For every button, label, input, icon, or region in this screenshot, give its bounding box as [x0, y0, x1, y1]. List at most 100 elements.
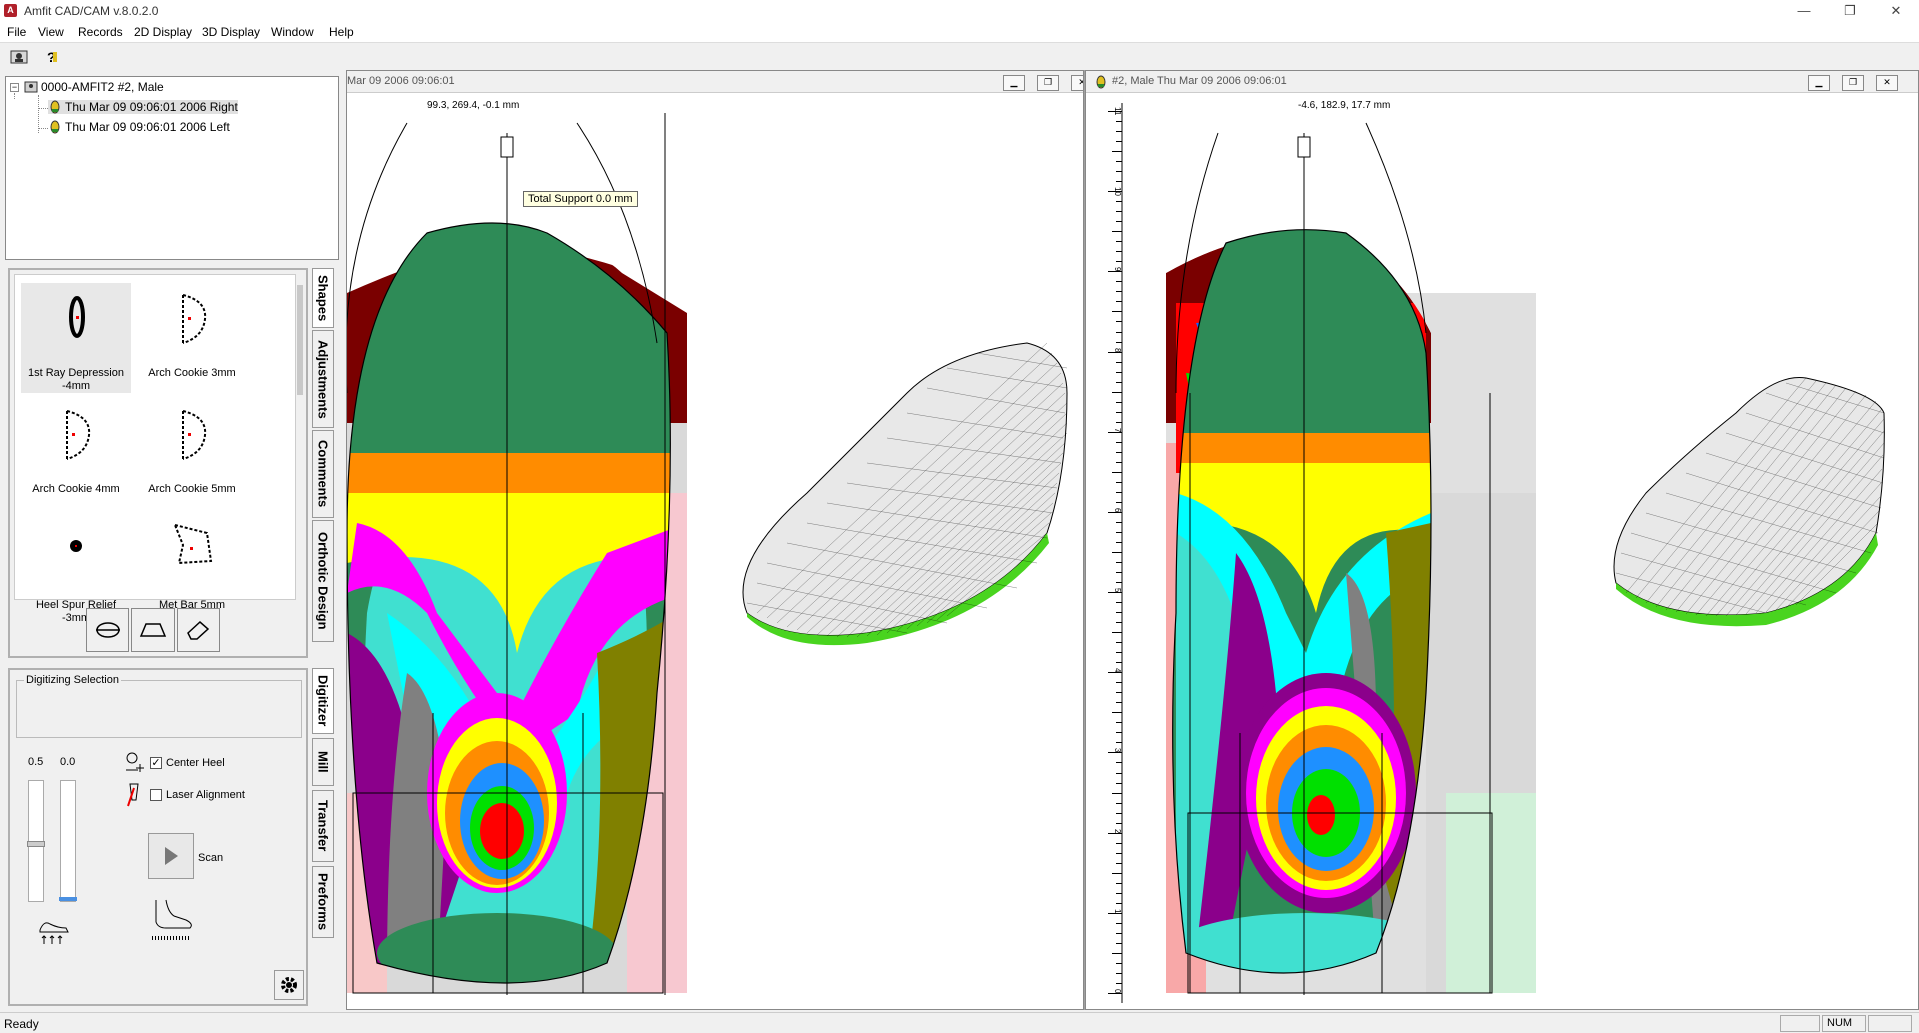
- ruler-tick: [1116, 982, 1122, 984]
- ruler-tick: [1112, 391, 1122, 393]
- tree-child-label: Thu Mar 09 09:06:01 2006 Left: [65, 120, 230, 134]
- right-view-titlebar: #2, Male Thu Mar 09 2006 09:06:01 ▁ ❐ ✕: [1086, 71, 1918, 93]
- slider1-value: 0.5: [28, 756, 44, 768]
- menu-window[interactable]: Window: [271, 25, 314, 39]
- eraser-icon: [187, 620, 210, 640]
- tab-shapes[interactable]: Shapes: [312, 268, 334, 328]
- settings-button[interactable]: [274, 970, 304, 1000]
- ruler-tick: [1116, 692, 1122, 694]
- slider2-value: 0.0: [60, 756, 76, 768]
- ruler-tick: [1116, 491, 1122, 493]
- tab-transfer[interactable]: Transfer: [312, 790, 334, 862]
- digitizing-selection-box[interactable]: [16, 680, 302, 738]
- ruler-tick: [1116, 241, 1122, 243]
- digitizer-panel: Digitizing Selection 0.5 0.0 ✓ Center He…: [8, 668, 308, 1006]
- slider2-thumb[interactable]: [59, 897, 77, 901]
- menu-file[interactable]: File: [7, 25, 26, 39]
- ruler-tick: [1116, 531, 1122, 533]
- ruler-tick: [1116, 642, 1122, 644]
- scan-button[interactable]: [148, 833, 194, 879]
- menu-help[interactable]: Help: [329, 25, 354, 39]
- tree-item-left-scan[interactable]: Thu Mar 09 09:06:01 2006 Left: [48, 120, 230, 134]
- shape-arch-cookie-3mm[interactable]: Arch Cookie 3mm: [137, 283, 247, 393]
- shape-arch-cookie-5mm[interactable]: Arch Cookie 5mm: [137, 399, 247, 509]
- ruler-label: 10: [1113, 187, 1122, 197]
- ruler-tick: [1116, 732, 1122, 734]
- ruler-tick: [1116, 852, 1122, 854]
- play-icon: [165, 847, 178, 865]
- slider2-track[interactable]: [59, 780, 77, 902]
- right-view-restore[interactable]: ❐: [1842, 75, 1864, 91]
- eraser-tool-button[interactable]: [176, 608, 220, 652]
- right-view-minimize[interactable]: ▁: [1808, 75, 1830, 91]
- shape-label: Arch Cookie 3mm: [148, 367, 236, 379]
- ruler-tick: [1116, 321, 1122, 323]
- ruler-tick: [1116, 742, 1122, 744]
- ruler-tick: [1112, 151, 1122, 153]
- patient-records-icon[interactable]: [8, 46, 30, 68]
- left-pressure-map[interactable]: [347, 93, 1084, 1010]
- title-bar: A Amfit CAD/CAM v.8.0.2.0 — ❐ ✕: [0, 0, 1919, 22]
- menu-view[interactable]: View: [38, 25, 64, 39]
- menu-3d-display[interactable]: 3D Display: [202, 25, 260, 39]
- maximize-button[interactable]: ❐: [1827, 0, 1873, 22]
- ruler-tick: [1116, 131, 1122, 133]
- close-button[interactable]: ✕: [1873, 0, 1919, 22]
- tab-comments[interactable]: Comments: [312, 430, 334, 518]
- ruler-tick: [1116, 842, 1122, 844]
- tab-adjustments[interactable]: Adjustments: [312, 330, 334, 428]
- foot-pressure-icon[interactable]: [36, 912, 72, 946]
- digitizing-selection-label: Digitizing Selection: [24, 674, 121, 686]
- help-icon[interactable]: ?: [40, 46, 62, 68]
- right-view-title: #2, Male Thu Mar 09 2006 09:06:01: [1112, 75, 1287, 87]
- ruler-tick: [1116, 662, 1122, 664]
- total-support-tooltip: Total Support 0.0 mm: [523, 191, 638, 207]
- shape-label: Arch Cookie 4mm: [32, 483, 120, 495]
- shape-arch-cookie-4mm[interactable]: Arch Cookie 4mm: [21, 399, 131, 509]
- tree-collapse-toggle[interactable]: −: [10, 83, 19, 92]
- shape-first-ray-depression[interactable]: 1st Ray Depression -4mm: [21, 283, 131, 393]
- ruler-label: 7: [1113, 427, 1122, 433]
- right-foot-view[interactable]: #2, Male Thu Mar 09 2006 09:06:01 ▁ ❐ ✕: [1085, 70, 1919, 1010]
- tab-mill[interactable]: Mill: [312, 738, 334, 786]
- slider1-thumb[interactable]: [27, 841, 45, 847]
- laser-alignment-icon: [127, 783, 139, 807]
- ruler-tick: [1108, 271, 1122, 273]
- slider1-track[interactable]: [27, 780, 45, 902]
- foot-profile-icon[interactable]: [146, 896, 196, 944]
- shapes-scrollbar[interactable]: [297, 285, 303, 395]
- tab-digitizer[interactable]: Digitizer: [312, 668, 334, 734]
- tree-item-patient[interactable]: 0000-AMFIT2 #2, Male: [24, 80, 164, 94]
- left-view-close[interactable]: ✕: [1071, 75, 1083, 91]
- menu-2d-display[interactable]: 2D Display: [134, 25, 192, 39]
- ruler-tick: [1116, 972, 1122, 974]
- ruler-tick: [1112, 872, 1122, 874]
- right-orthotic-3d-mesh[interactable]: [1613, 376, 1885, 627]
- minimize-button[interactable]: —: [1781, 0, 1827, 22]
- right-view-close[interactable]: ✕: [1876, 75, 1898, 91]
- ruler-tick: [1116, 822, 1122, 824]
- foot-scan-icon: [50, 120, 60, 134]
- tree-item-right-scan[interactable]: Thu Mar 09 09:06:01 2006 Right: [48, 100, 238, 114]
- left-orthotic-3d-mesh[interactable]: [742, 342, 1068, 646]
- shapes-gallery: 1st Ray Depression -4mm Arch Cookie 3mm …: [14, 274, 303, 624]
- ruler-label: 2: [1113, 828, 1122, 834]
- left-view-restore[interactable]: ❐: [1037, 75, 1059, 91]
- ruler-tick: [1116, 862, 1122, 864]
- trapezoid-tool-button[interactable]: [131, 608, 175, 652]
- tab-orthotic-design[interactable]: Orthotic Design: [312, 520, 334, 642]
- ellipse-tool-button[interactable]: [86, 608, 130, 652]
- menu-records[interactable]: Records: [78, 25, 123, 39]
- patient-icon: [24, 81, 38, 93]
- ruler-tick: [1112, 952, 1122, 954]
- laser-alignment-checkbox[interactable]: [150, 789, 162, 801]
- tab-preforms[interactable]: Preforms: [312, 866, 334, 938]
- foot-scan-icon: [50, 100, 60, 114]
- right-pressure-map[interactable]: [1086, 93, 1919, 1010]
- ruler-tick: [1112, 311, 1122, 313]
- ruler-tick: [1116, 902, 1122, 904]
- ruler-tick: [1116, 301, 1122, 303]
- center-heel-checkbox[interactable]: ✓: [150, 757, 162, 769]
- left-view-minimize[interactable]: ▁: [1003, 75, 1025, 91]
- left-foot-view[interactable]: Mar 09 2006 09:06:01 ▁ ❐ ✕: [346, 70, 1084, 1010]
